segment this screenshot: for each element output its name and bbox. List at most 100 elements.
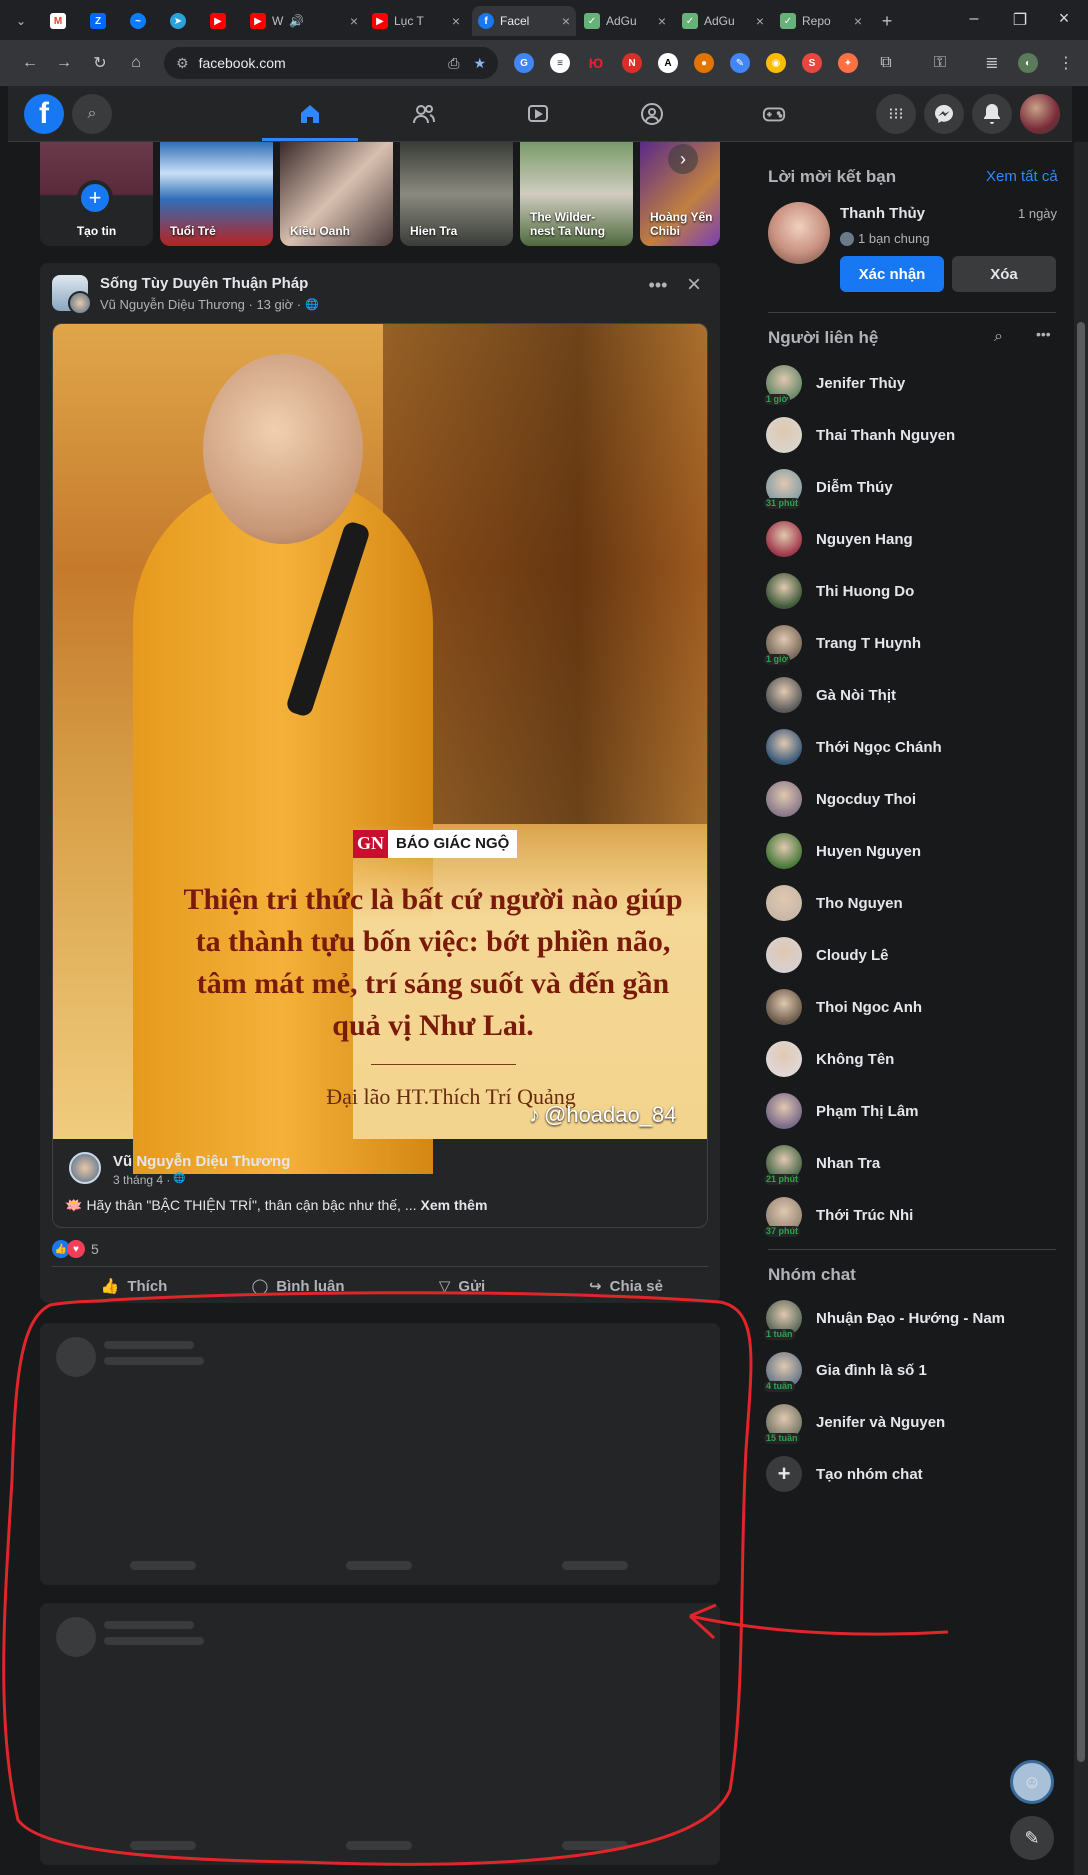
new-message-compose-icon[interactable]: ✎	[1010, 1816, 1054, 1860]
close-icon[interactable]: ×	[854, 13, 862, 29]
like-button[interactable]: 👍 Thích	[52, 1271, 216, 1301]
shared-author-avatar[interactable]	[69, 1152, 101, 1184]
contact-item[interactable]: Không Tên	[766, 1037, 1066, 1081]
contact-item[interactable]: Ngocduy Thoi	[766, 777, 1066, 821]
browser-menu-icon[interactable]: ⋮	[1054, 51, 1078, 75]
contact-item[interactable]: Cloudy Lê	[766, 933, 1066, 977]
color-extension-icon[interactable]: ●	[694, 53, 714, 73]
forward-button[interactable]: →	[52, 51, 76, 75]
group-chat-item[interactable]: 4 tuần Gia đình là số 1	[764, 1348, 1066, 1392]
notifications-bell-icon[interactable]	[972, 94, 1012, 134]
close-icon[interactable]: ×	[350, 13, 358, 29]
friends-icon[interactable]	[412, 102, 436, 126]
search-contacts-icon[interactable]: ⌕	[994, 328, 1003, 346]
delete-friend-request-button[interactable]: Xóa	[952, 256, 1056, 292]
contact-item[interactable]: Phạm Thị Lâm	[766, 1089, 1066, 1133]
home-button[interactable]: ⌂	[124, 51, 148, 75]
notes-extension-icon[interactable]: ✎	[730, 53, 750, 73]
post-image[interactable]: GN BÁO GIÁC NGỘ Thiện tri thức là bất cứ…	[53, 324, 707, 1174]
close-icon[interactable]: ×	[756, 13, 764, 29]
group-chat-item[interactable]: 1 tuần Nhuận Đạo - Hướng - Nam	[764, 1296, 1066, 1340]
group-avatar[interactable]	[52, 275, 92, 315]
author-mini-avatar[interactable]	[68, 291, 92, 315]
minimize-button[interactable]: –	[962, 10, 986, 30]
new-extension-icon[interactable]: N	[622, 53, 642, 73]
restore-button[interactable]: ❐	[1008, 10, 1032, 30]
contact-item[interactable]: Huyen Nguyen	[766, 829, 1066, 873]
tab-search-button[interactable]: ⌄	[6, 6, 36, 36]
shared-post-frame[interactable]: GN BÁO GIÁC NGỘ Thiện tri thức là bất cứ…	[52, 323, 708, 1228]
see-all-friend-requests-link[interactable]: Xem tất cả	[986, 168, 1058, 185]
search-icon[interactable]: ⌕	[72, 94, 112, 134]
reading-list-icon[interactable]: ≣	[980, 51, 1004, 75]
tab-0[interactable]: M	[44, 6, 84, 36]
tab-10[interactable]: ✓ Repo ×	[774, 6, 868, 36]
address-bar[interactable]: ⚙ facebook.com ⎙ ★	[164, 47, 498, 79]
contact-item[interactable]: 31 phút Diễm Thúy	[764, 465, 1066, 509]
create-group-chat-button[interactable]: + Tạo nhóm chat	[766, 1452, 1066, 1496]
tab-4[interactable]: ▶	[204, 6, 244, 36]
comment-button[interactable]: ◯ Bình luận	[216, 1271, 380, 1301]
install-app-icon[interactable]: ⎙	[448, 55, 459, 72]
story-item[interactable]: Tuổi Trẻ	[160, 142, 273, 246]
page-scrollbar[interactable]	[1074, 142, 1088, 1875]
a-extension-icon[interactable]: A	[658, 53, 678, 73]
new-tab-button[interactable]: +	[872, 6, 902, 36]
tab-facebook-active[interactable]: f Facel ×	[472, 6, 576, 36]
reactions-summary[interactable]: 👍 ♥ 5	[52, 1240, 99, 1258]
tab-2[interactable]: ~	[124, 6, 164, 36]
contact-item[interactable]: Tho Nguyen	[766, 881, 1066, 925]
yu-extension-icon[interactable]: Ю	[586, 53, 606, 73]
fox-extension-icon[interactable]: ✦	[838, 53, 858, 73]
messenger-icon[interactable]	[924, 94, 964, 134]
contact-item[interactable]: Thai Thanh Nguyen	[766, 413, 1066, 457]
send-button[interactable]: ▽ Gửi	[380, 1271, 544, 1301]
confirm-friend-button[interactable]: Xác nhận	[840, 256, 944, 292]
group-chat-item[interactable]: 15 tuần Jenifer và Nguyen	[764, 1400, 1066, 1444]
story-item[interactable]: Hoàng Yến Chibi ›	[640, 142, 720, 246]
shared-post-date[interactable]: 3 tháng 4 ·	[113, 1173, 170, 1187]
translate-extension-icon[interactable]: G	[514, 53, 534, 73]
contact-item[interactable]: 37 phút Thới Trúc Nhi	[764, 1193, 1066, 1237]
more-options-icon[interactable]: •••	[644, 275, 672, 303]
see-more-link[interactable]: Xem thêm	[421, 1197, 488, 1214]
tab-8[interactable]: ✓ AdGu ×	[578, 6, 672, 36]
scrollbar-thumb[interactable]	[1077, 322, 1085, 1762]
stories-next-arrow-icon[interactable]: ›	[668, 144, 698, 174]
story-item[interactable]: Kiều Oanh	[280, 142, 393, 246]
friend-request-avatar[interactable]	[768, 202, 830, 264]
menu-grid-icon[interactable]: ⁝⁝⁝	[876, 94, 916, 134]
share-button[interactable]: ↪ Chia sẻ	[544, 1271, 708, 1301]
contact-item[interactable]: Thới Ngọc Chánh	[766, 725, 1066, 769]
post-author-meta[interactable]: Vũ Nguyễn Diệu Thương · 13 giờ ·	[100, 297, 301, 312]
group-name-link[interactable]: Sống Tùy Duyên Thuận Pháp	[100, 275, 308, 292]
story-item[interactable]: The Wilder- nest Ta Nung	[520, 142, 633, 246]
site-info-icon[interactable]: ⚙	[176, 55, 189, 72]
tab-9[interactable]: ✓ AdGu ×	[676, 6, 770, 36]
story-item[interactable]: Hien Tra	[400, 142, 513, 246]
hide-post-close-icon[interactable]: ×	[680, 271, 708, 299]
bookmark-star-icon[interactable]: ★	[473, 55, 486, 72]
close-icon[interactable]: ×	[658, 13, 666, 29]
chrome-extension-icon[interactable]: ◉	[766, 53, 786, 73]
facebook-logo-icon[interactable]: f	[24, 94, 64, 134]
tab-5[interactable]: ▶ W 🔊 ×	[244, 6, 364, 36]
story-create[interactable]: + Tạo tin	[40, 142, 153, 246]
floating-chat-avatar[interactable]: ☺	[1010, 1760, 1054, 1804]
contacts-more-options-icon[interactable]: •••	[1036, 326, 1051, 342]
back-button[interactable]: ←	[18, 51, 42, 75]
reload-button[interactable]: ↻	[88, 51, 112, 75]
gaming-icon[interactable]	[762, 102, 786, 126]
tab-3[interactable]: ➤	[164, 6, 204, 36]
contact-item[interactable]: Gà Nòi Thịt	[766, 673, 1066, 717]
shared-author-name[interactable]: Vũ Nguyễn Diệu Thương	[113, 1153, 290, 1170]
watch-icon[interactable]	[526, 102, 550, 126]
password-key-icon[interactable]: ⚿	[928, 51, 952, 75]
home-icon[interactable]	[298, 102, 322, 126]
friend-request-name[interactable]: Thanh Thủy	[840, 205, 925, 222]
contact-item[interactable]: 21 phút Nhan Tra	[764, 1141, 1066, 1185]
contact-item[interactable]: 1 giờ Jenifer Thùy	[764, 361, 1066, 405]
tab-6[interactable]: ▶ Lục T ×	[366, 6, 466, 36]
contact-item[interactable]: Thoi Ngoc Anh	[766, 985, 1066, 1029]
menu-extension-icon[interactable]: ≡	[550, 53, 570, 73]
